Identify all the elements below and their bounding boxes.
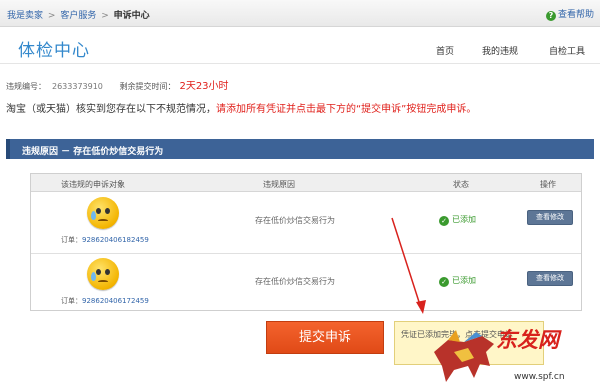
check-icon: ✓ [439, 216, 449, 226]
nav-my-violations[interactable]: 我的违规 [482, 44, 518, 57]
appeal-table: 该违规的申诉对象 违规原因 状态 操作 订单：928620406182459 存… [30, 173, 582, 311]
col-header-reason: 违规原因 [263, 180, 295, 189]
bull-logo-icon [434, 330, 494, 382]
row-reason: 存在低价炒信交易行为 [255, 216, 335, 225]
crying-face-icon [87, 258, 119, 290]
table-row: 订单：928620406182459 存在低价炒信交易行为 ✓ 已添加 查看修改 [31, 193, 581, 253]
breadcrumb-service-link[interactable]: 客户服务 [60, 11, 96, 21]
order-link[interactable]: 928620406172459 [82, 297, 149, 305]
row-reason: 存在低价炒信交易行为 [255, 277, 335, 286]
page-title: 体检中心 [18, 41, 90, 61]
breadcrumb-home-link[interactable]: 我是卖家 [7, 11, 43, 21]
view-edit-button[interactable]: 查看修改 [527, 210, 573, 225]
violation-id-value: 2633373910 [52, 82, 103, 91]
top-bar: 我是卖家 > 客户服务 > 申诉中心 ? 查看帮助 [0, 0, 600, 27]
crying-face-icon [87, 197, 119, 229]
view-edit-button[interactable]: 查看修改 [527, 271, 573, 286]
breadcrumb: 我是卖家 > 客户服务 > 申诉中心 [7, 8, 150, 21]
breadcrumb-separator: > [47, 11, 56, 21]
row-status: ✓ 已添加 [439, 214, 476, 226]
order-number: 订单：928620406182459 [61, 236, 149, 244]
nav-self-check-tools[interactable]: 自检工具 [549, 44, 585, 57]
remaining-time-value: 2天23小时 [179, 81, 229, 92]
notice-prefix: 淘宝（或天猫）核实到您存在以下不规范情况， [6, 104, 216, 115]
notice-highlight: 请添加所有凭证并点击最下方的“提交申诉”按钮完成申诉。 [216, 104, 477, 115]
page-header: 体检中心 首页 我的违规 自检工具 [0, 28, 600, 64]
watermark-brand: 东发网 [496, 327, 559, 352]
col-header-status: 状态 [453, 180, 469, 189]
help-icon: ? [545, 11, 556, 21]
check-icon: ✓ [439, 277, 449, 287]
col-header-object: 该违规的申诉对象 [61, 180, 125, 189]
breadcrumb-separator: > [101, 11, 109, 21]
watermark-url: www.spf.cn [514, 372, 565, 382]
row-status: ✓ 已添加 [439, 275, 476, 287]
nav-home[interactable]: 首页 [436, 44, 454, 57]
help-link[interactable]: ? 查看帮助 [545, 7, 594, 21]
help-label: 查看帮助 [557, 10, 594, 20]
violation-reason-bar: 违规原因 － 存在低价炒信交易行为 [6, 139, 594, 159]
remaining-time-label: 剩余提交时间： [119, 82, 176, 91]
table-header: 该违规的申诉对象 违规原因 状态 操作 [31, 174, 581, 192]
table-row: 订单：928620406172459 存在低价炒信交易行为 ✓ 已添加 查看修改 [31, 253, 581, 313]
violation-id-label: 违规编号： [6, 82, 46, 91]
violation-info: 违规编号： 2633373910 剩余提交时间： 2天23小时 [6, 77, 229, 92]
violation-reason-title: 违规原因 － 存在低价炒信交易行为 [22, 147, 164, 157]
site-watermark: 东发网 www.spf.cn [424, 320, 600, 388]
submit-appeal-button[interactable]: 提交申诉 [266, 321, 384, 354]
breadcrumb-current: 申诉中心 [113, 11, 150, 21]
order-number: 订单：928620406172459 [61, 297, 149, 305]
col-header-action: 操作 [540, 180, 556, 189]
notice-text: 淘宝（或天猫）核实到您存在以下不规范情况，请添加所有凭证并点击最下方的“提交申诉… [6, 100, 596, 115]
order-link[interactable]: 928620406182459 [82, 236, 149, 244]
